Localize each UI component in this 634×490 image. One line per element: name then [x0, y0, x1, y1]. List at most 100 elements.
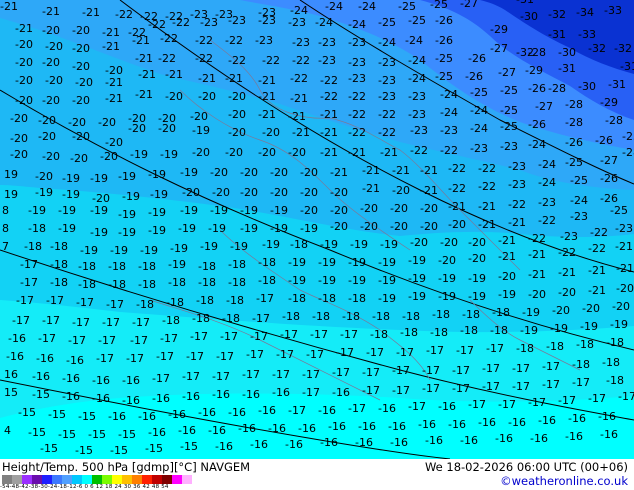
temperature-label: -16 [355, 436, 373, 449]
temperature-label: 19 [4, 168, 18, 181]
temperature-label: -33 [578, 28, 596, 41]
temperature-label: -20 [498, 270, 516, 283]
scale-swatch [52, 475, 62, 484]
temperature-label: -18 [162, 314, 180, 327]
temperature-label: -27 [535, 100, 553, 113]
temperature-label: -20 [10, 148, 28, 161]
temperature-label: -26 [565, 136, 583, 149]
temperature-label: -25 [470, 86, 488, 99]
temperature-label: -16 [36, 352, 54, 365]
temperature-label: -19 [320, 238, 338, 251]
temperature-label: -18 [606, 374, 624, 387]
temperature-label: -20 [42, 56, 60, 69]
temperature-label: -21 [320, 146, 338, 159]
temperature-label: -17 [280, 328, 298, 341]
temperature-label: -31 [548, 28, 566, 41]
temperature-label: -18 [228, 276, 246, 289]
temperature-label: -17 [512, 380, 530, 393]
temperature-label: -23 [228, 14, 246, 27]
temperature-label: -16 [538, 414, 556, 427]
temperature-label: -19 [58, 204, 76, 217]
temperature-label: -19 [348, 256, 366, 269]
temperature-label: -17 [332, 366, 350, 379]
temperature-label: -22 [195, 52, 213, 65]
temperature-label: -24 [358, 0, 376, 13]
temperature-label: -16 [258, 404, 276, 417]
temperature-label: -28 [622, 146, 634, 159]
temperature-label: -22 [148, 18, 166, 31]
temperature-label: -16 [238, 422, 256, 435]
temperature-label: -17 [12, 314, 30, 327]
temperature-label: -22 [320, 74, 338, 87]
temperature-label: -20 [410, 236, 428, 249]
temperature-label: -19 [468, 290, 486, 303]
temperature-label: -26 [528, 82, 546, 95]
temperature-label: -23 [292, 36, 310, 49]
temperature-label: 8 [2, 222, 9, 235]
temperature-label: -17 [340, 328, 358, 341]
temperature-label: -23 [440, 124, 458, 137]
temperature-label: -15 [78, 410, 96, 423]
temperature-label: -21 [15, 22, 33, 35]
temperature-label: -20 [448, 218, 466, 231]
temperature-label: -25 [570, 174, 588, 187]
temperature-label: -17 [38, 332, 56, 345]
temperature-label: -20 [616, 282, 634, 295]
temperature-label: -17 [256, 292, 274, 305]
temperature-label: -20 [360, 202, 378, 215]
temperature-label: -18 [108, 278, 126, 291]
temperature-label: -20 [45, 40, 63, 53]
temperature-label: -19 [350, 238, 368, 251]
temperature-label: -32 [614, 42, 632, 55]
temperature-label: -22 [158, 52, 176, 65]
temperature-label: -17 [336, 346, 354, 359]
temperature-label: -17 [618, 390, 634, 403]
temperature-label: -19 [468, 272, 486, 285]
forecast-datetime: We 18-02-2026 06:00 UTC (00+06) [424, 460, 628, 474]
map-footer: Height/Temp. 500 hPa [gdmp][°C] NAVGEM W… [0, 459, 634, 490]
temperature-label: -18 [258, 256, 276, 269]
temperature-label: -16 [268, 422, 286, 435]
scale-swatch [82, 475, 92, 484]
temperature-label: -17 [468, 398, 486, 411]
temperature-label: -16 [62, 390, 80, 403]
temperature-label: -18 [192, 312, 210, 325]
temperature-label: -17 [20, 276, 38, 289]
map-title: Height/Temp. 500 hPa [gdmp][°C] NAVGEM [2, 460, 251, 474]
temperature-label: -21 [558, 266, 576, 279]
temperature-label: -20 [258, 146, 276, 159]
temperature-label: -17 [452, 364, 470, 377]
temperature-label: -22 [440, 144, 458, 157]
scale-swatch [92, 475, 102, 484]
temperature-label: -16 [332, 386, 350, 399]
temperature-label: -21 [0, 0, 18, 13]
temperature-label: -32 [588, 42, 606, 55]
temperature-label: -20 [75, 76, 93, 89]
temperature-label: -19 [200, 240, 218, 253]
temperature-label: -26 [468, 52, 486, 65]
temperature-label: -20 [182, 186, 200, 199]
temperature-label: -20 [390, 202, 408, 215]
copyright-link[interactable]: ©weatheronline.co.uk [500, 474, 628, 488]
temperature-label: -18 [136, 298, 154, 311]
temperature-label: -22 [262, 54, 280, 67]
temperature-label: -22 [348, 90, 366, 103]
temperature-label: -16 [425, 434, 443, 447]
temperature-label: -16 [215, 440, 233, 453]
temperature-label: -19 [148, 224, 166, 237]
temperature-label: -21 [102, 26, 120, 39]
temperature-label: -25 [398, 0, 416, 13]
temperature-label: -25 [500, 120, 518, 133]
temperature-label: 4 [4, 424, 11, 437]
scale-swatch [12, 475, 22, 484]
temperature-label: -16 [598, 410, 616, 423]
temperature-label: -16 [168, 408, 186, 421]
temperature-label: -17 [250, 330, 268, 343]
temperature-label: -22 [590, 226, 608, 239]
temperature-label: -31 [620, 60, 634, 73]
temperature-label: -16 [460, 434, 478, 447]
temperature-label: -16 [122, 394, 140, 407]
temperature-label: -21 [42, 5, 60, 18]
temperature-label: -16 [298, 422, 316, 435]
temperature-label: -20 [128, 122, 146, 135]
